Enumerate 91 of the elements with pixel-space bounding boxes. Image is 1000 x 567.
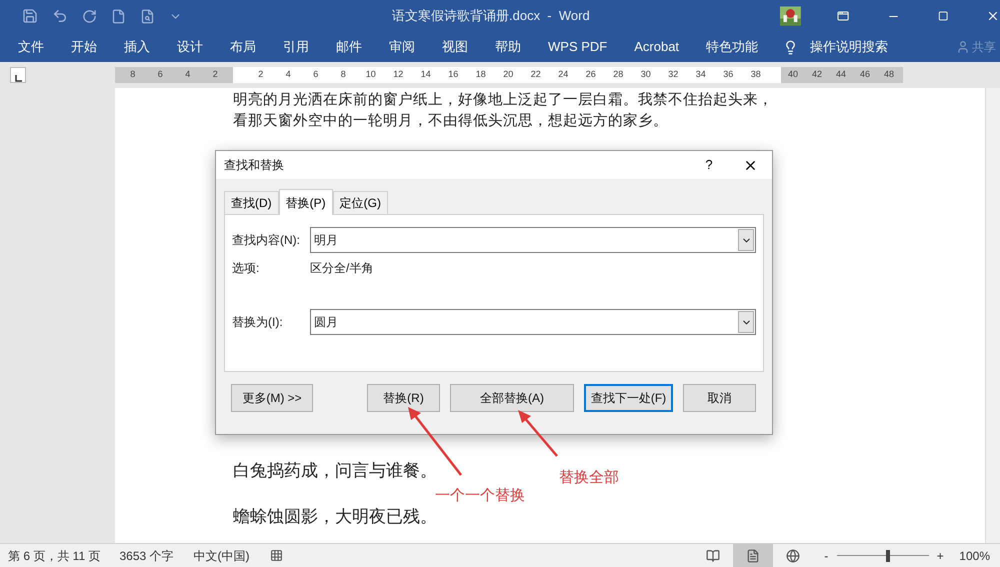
zoom-out-button[interactable]: - [821,546,832,564]
find-field[interactable]: 明月 [310,227,756,253]
word-count[interactable]: 3653 个字 [119,546,174,564]
tab-stop-icon [14,75,22,82]
annotation-text: 替换全部 [559,468,619,488]
save-icon[interactable] [22,8,38,24]
ruler-number: 18 [474,68,487,82]
dialog-button[interactable]: 查找下一处(F) [584,384,673,412]
annotation-text: 一个一个替换 [435,486,525,506]
ruler-number: 4 [284,68,292,82]
ruler-number: 6 [312,68,320,82]
ribbon-tab[interactable]: 审阅 [389,37,415,57]
ribbon-display-icon[interactable] [836,9,849,23]
body-text: 明亮的月光洒在床前的窗户纸上，好像地上泛起了一层白霜。我禁不住抬起头来， [233,90,774,110]
body-text: 看那天窗外空中的一轮明月，不由得低头沉思，想起远方的家乡。 [233,112,669,131]
window-title: 语文寒假诗歌背诵册.docx - Word [392,7,590,26]
ruler-number: 42 [810,68,823,82]
print-preview-icon[interactable] [140,8,155,24]
ribbon-tab[interactable]: 邮件 [336,37,362,57]
ruler-number: 32 [667,68,680,82]
ruler-number: 8 [340,68,347,82]
ruler-number: 36 [722,68,734,82]
web-view-icon [786,548,800,562]
dialog-tab[interactable]: 查找(D) [224,191,279,214]
zoom-level[interactable]: 100% [959,546,990,564]
ruler-number: 4 [184,68,192,82]
ruler-number: 16 [447,68,460,82]
redo-icon[interactable] [82,8,97,24]
ruler-number: 6 [156,68,164,82]
dialog-button[interactable]: 取消 [683,384,756,412]
dialog-title: 查找和替换 [224,157,284,174]
ruler-number: 34 [694,68,707,82]
ruler-number: 24 [557,68,570,82]
scrollbar[interactable] [985,88,1000,543]
zoom-slider[interactable] [837,550,930,562]
print-view-icon [746,548,760,562]
page-count[interactable]: 第 6 页，共 11 页 [8,546,100,564]
ruler-number: 46 [858,68,871,82]
ruler-number: 8 [129,68,136,82]
ruler-number: 38 [750,68,762,82]
poem-line: 蟾蜍蚀圆影，大明夜已残。 [233,506,437,528]
tab-selector[interactable] [10,67,26,83]
ruler-number: 26 [584,68,597,82]
help-button[interactable]: ? [699,155,719,175]
ribbon-tab[interactable]: WPS PDF [548,37,608,57]
ribbon-tab[interactable]: 布局 [230,37,256,57]
dialog-tab[interactable]: 替换(P) [278,189,333,215]
find-label: 查找内容(N): [232,232,301,249]
zoom-thumb[interactable] [886,550,890,562]
ruler-number: 28 [612,68,624,82]
read-view-icon [706,548,720,562]
macro-icon[interactable] [270,549,282,562]
ruler-number: 10 [364,68,377,82]
annotation-arrow [515,408,559,458]
ribbon-tab[interactable]: 设计 [177,37,203,57]
ruler-number: 20 [502,68,514,82]
ruler-number: 2 [257,68,264,82]
options-value: 区分全/半角 [310,260,374,277]
ribbon-tab[interactable]: 视图 [442,37,468,57]
ruler-number: 14 [420,68,432,82]
more-button[interactable]: 更多(M) >> [231,384,313,412]
ribbon-tab[interactable]: 特色功能 [706,37,758,57]
ribbon-tab[interactable]: 引用 [283,37,309,57]
person-icon [956,40,970,54]
ruler-number: 40 [786,68,799,82]
tell-me-search[interactable]: 操作说明搜索 [810,37,888,57]
dialog-tab[interactable]: 定位(G) [332,191,388,214]
ribbon-tab[interactable]: 插入 [124,37,150,57]
dialog-button[interactable]: 替换(R) [367,384,440,412]
ruler-number: 48 [882,68,895,82]
ribbon-tab[interactable]: 开始 [71,37,97,57]
zoom-in-button[interactable]: + [935,546,946,564]
options-label: 选项: [232,260,260,277]
undo-icon[interactable] [52,8,68,24]
poem-line: 白兔捣药成，问言与谁餐。 [233,460,437,482]
language[interactable]: 中文(中国) [194,546,250,564]
document-icon[interactable] [111,8,126,24]
dialog-button[interactable]: 全部替换(A) [450,384,574,412]
annotation-arrow [405,405,465,477]
ruler-number: 12 [392,68,404,82]
ruler-number: 22 [530,68,542,82]
ruler-number: 44 [834,68,847,82]
ribbon-tab[interactable]: 文件 [18,37,44,57]
maximize-icon[interactable] [938,10,948,22]
ribbon-tab[interactable]: 帮助 [495,37,521,57]
ruler-number: 30 [640,68,652,82]
ruler-number: 2 [212,68,219,82]
replace-field[interactable]: 圆月 [310,309,756,335]
replace-label: 替换为(I): [232,314,284,331]
print-view-button[interactable] [733,544,774,567]
ribbon-tab[interactable]: Acrobat [634,37,680,57]
